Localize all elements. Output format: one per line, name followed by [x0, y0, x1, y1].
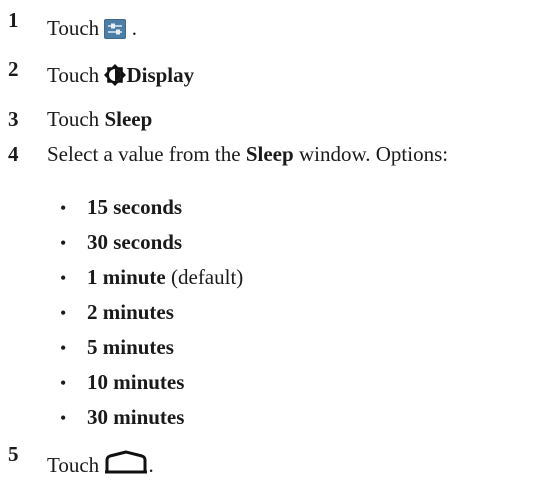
step-number-4: 4: [8, 142, 19, 166]
step-3-touch-label: Touch: [47, 107, 100, 131]
option-bullet: •: [60, 408, 67, 428]
step-1-touch-label: Touch: [47, 16, 100, 40]
option-bullet: •: [60, 233, 67, 253]
option-1-minute: 1 minute (default): [87, 267, 243, 288]
step-4-sleep-label: Sleep: [245, 142, 294, 166]
step-number-3: 3: [8, 107, 19, 131]
step-number-5: 5: [8, 442, 19, 466]
step-3-text: Touch Sleep: [47, 109, 152, 130]
step-1-period: .: [126, 16, 137, 40]
step-4-pre: Select a value from the: [47, 142, 241, 166]
option-label: 2 minutes: [87, 300, 174, 324]
option-bullet: •: [60, 303, 67, 323]
settings-icon: [104, 19, 127, 43]
step-1-text: Touch .: [47, 18, 137, 43]
option-bullet: •: [60, 268, 67, 288]
step-2-display-label: Display: [126, 63, 195, 87]
option-label: 30 seconds: [87, 230, 183, 254]
step-4-text: Select a value from the Sleep window. Op…: [47, 144, 448, 165]
option-label: 30 minutes: [87, 405, 185, 429]
step-2-text: Touch Display: [47, 64, 194, 90]
option-30-seconds: 30 seconds: [87, 232, 182, 253]
option-10-minutes: 10 minutes: [87, 372, 184, 393]
step-2-touch-label: Touch: [47, 63, 100, 87]
step-5-touch-label: Touch: [47, 453, 100, 477]
option-label: 5 minutes: [87, 335, 174, 359]
home-icon: [104, 450, 148, 478]
step-4-post: window. Options:: [298, 142, 449, 166]
option-label: 1 minute: [87, 265, 166, 289]
display-brightness-icon: [104, 64, 127, 90]
option-5-minutes: 5 minutes: [87, 337, 174, 358]
option-2-minutes: 2 minutes: [87, 302, 174, 323]
step-5-period: .: [148, 453, 154, 477]
step-5-text: Touch .: [47, 450, 154, 478]
option-15-seconds: 15 seconds: [87, 197, 182, 218]
option-label: 10 minutes: [87, 370, 185, 394]
option-30-minutes: 30 minutes: [87, 407, 184, 428]
step-number-2: 2: [8, 57, 19, 81]
step-3-sleep-label: Sleep: [104, 107, 153, 131]
option-bullet: •: [60, 373, 67, 393]
step-number-1: 1: [8, 8, 19, 32]
option-bullet: •: [60, 338, 67, 358]
option-bullet: •: [60, 198, 67, 218]
option-label: 15 seconds: [87, 195, 183, 219]
option-default-note: (default): [171, 265, 244, 289]
